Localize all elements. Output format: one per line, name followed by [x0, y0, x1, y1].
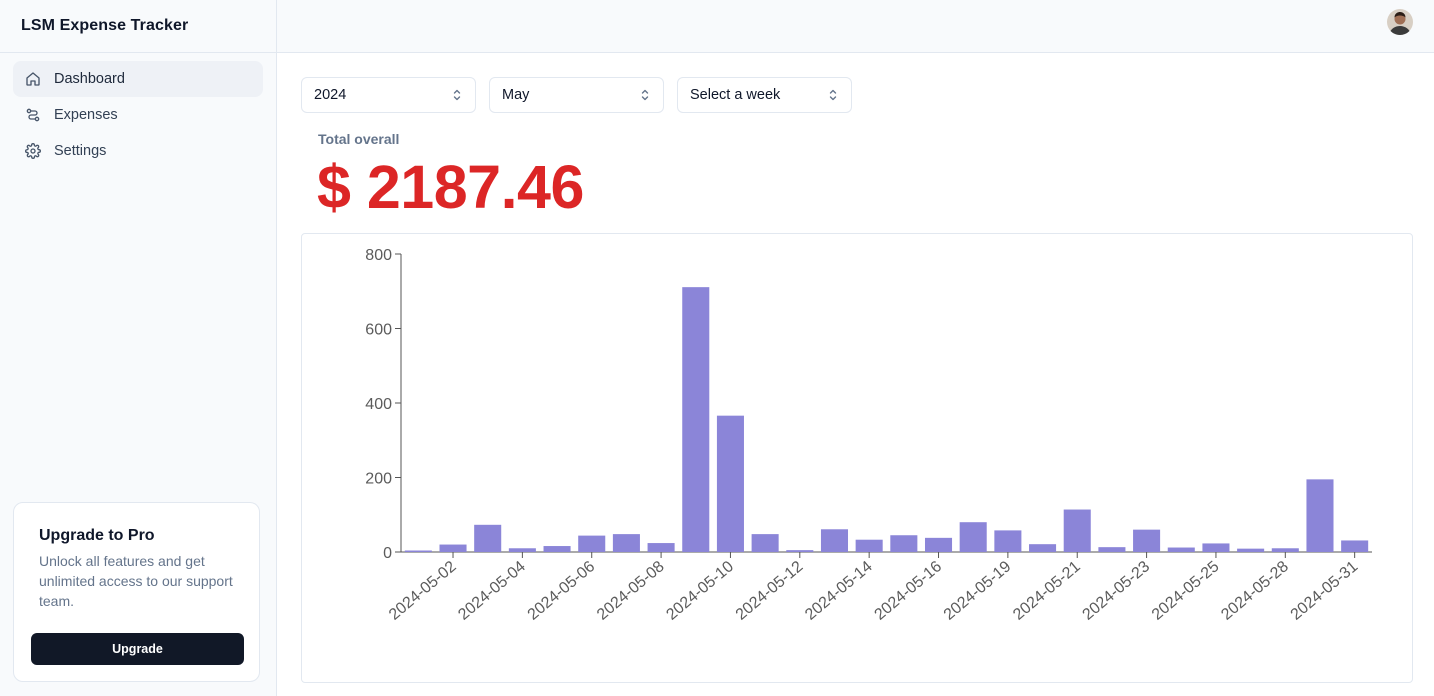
y-tick-label: 800: [365, 247, 392, 264]
sidebar-nav: Dashboard Expenses Settings: [0, 53, 276, 177]
sidebar-item-label: Expenses: [54, 107, 118, 123]
x-tick-label: 2024-05-14: [802, 558, 876, 624]
sidebar-item-expenses[interactable]: Expenses: [13, 97, 263, 133]
x-tick-label: 2024-05-04: [455, 558, 529, 624]
bar-2024-05-10: [716, 415, 744, 552]
bar-2024-05-12: [786, 550, 814, 552]
sidebar-item-label: Dashboard: [54, 71, 125, 87]
bar-2024-05-28: [1271, 548, 1299, 552]
bar-2024-05-13: [820, 529, 849, 552]
bar-2024-05-14: [855, 539, 883, 552]
y-tick-label: 400: [365, 396, 392, 413]
bar-2024-05-16: [924, 537, 953, 552]
bar-2024-05-20: [1029, 544, 1057, 552]
x-tick-label: 2024-05-23: [1080, 558, 1154, 624]
y-tick-label: 200: [365, 471, 392, 488]
bar-2024-05-31: [1341, 540, 1369, 552]
bar-2024-05-24: [1167, 547, 1195, 552]
total-label: Total overall: [318, 131, 400, 147]
sidebar: LSM Expense Tracker Dashboard Expenses S…: [0, 0, 277, 696]
x-tick-label: 2024-05-31: [1288, 558, 1362, 624]
month-select[interactable]: May: [489, 77, 664, 113]
bar-2024-05-21: [1063, 509, 1091, 552]
y-tick-label: 600: [365, 322, 392, 339]
expenses-icon: [25, 107, 41, 123]
expenses-bar-chart: 02004006008002024-05-022024-05-042024-05…: [365, 247, 1372, 624]
x-tick-label: 2024-05-08: [594, 558, 668, 624]
bar-2024-05-01: [404, 550, 432, 552]
upgrade-card: Upgrade to Pro Unlock all features and g…: [13, 502, 260, 682]
bar-2024-05-17: [959, 522, 987, 552]
week-select-value: Select a week: [690, 87, 781, 103]
bar-2024-05-25: [1202, 543, 1230, 552]
upgrade-title: Upgrade to Pro: [39, 527, 155, 544]
gear-icon: [25, 143, 41, 159]
x-tick-label: 2024-05-10: [663, 558, 737, 624]
bar-2024-05-11: [751, 534, 779, 552]
app-root: LSM Expense Tracker Dashboard Expenses S…: [0, 0, 1434, 696]
x-tick-label: 2024-05-02: [386, 558, 460, 624]
app-title: LSM Expense Tracker: [0, 0, 276, 53]
y-tick-label: 0: [383, 545, 392, 562]
upgrade-description: Unlock all features and get unlimited ac…: [39, 553, 233, 609]
x-tick-label: 2024-05-06: [525, 558, 599, 624]
bar-2024-05-04: [508, 548, 536, 552]
total-value: $ 2187.46: [317, 153, 584, 221]
bar-2024-05-15: [890, 535, 918, 552]
sidebar-item-label: Settings: [54, 143, 107, 159]
bar-2024-05-09: [682, 287, 710, 552]
bar-2024-05-05: [543, 546, 571, 552]
chevron-up-down-icon: [827, 88, 839, 102]
chevron-up-down-icon: [451, 88, 463, 102]
year-select[interactable]: 2024: [301, 77, 476, 113]
bar-2024-05-23: [1133, 529, 1161, 552]
top-bar: [277, 0, 1434, 53]
home-icon: [25, 71, 41, 87]
upgrade-button[interactable]: Upgrade: [31, 633, 244, 665]
bar-2024-05-02: [439, 544, 467, 552]
bar-2024-05-06: [578, 535, 606, 552]
bar-2024-05-03: [474, 524, 502, 552]
sidebar-item-dashboard[interactable]: Dashboard: [13, 61, 263, 97]
expenses-chart-card: 0 200 400 600 800 2024-05-02 2024-05-04 2024-05…: [301, 233, 1413, 683]
x-tick-label: 2024-05-28: [1218, 558, 1292, 624]
x-tick-label: 2024-05-12: [733, 558, 807, 624]
sidebar-item-settings[interactable]: Settings: [13, 133, 263, 169]
bar-2024-05-07: [612, 534, 640, 552]
bar-2024-05-27: [1237, 548, 1265, 552]
filter-bar: 2024 May Select a week: [301, 77, 852, 113]
x-tick-label: 2024-05-19: [941, 558, 1015, 624]
bar-2024-05-22: [1098, 547, 1126, 552]
month-select-value: May: [502, 87, 530, 103]
x-tick-label: 2024-05-25: [1149, 558, 1223, 624]
x-tick-label: 2024-05-21: [1010, 558, 1084, 624]
chevron-up-down-icon: [639, 88, 651, 102]
user-avatar[interactable]: [1387, 9, 1413, 35]
week-select[interactable]: Select a week: [677, 77, 852, 113]
bar-2024-05-08: [647, 543, 675, 552]
bar-2024-05-19: [994, 530, 1022, 552]
bar-2024-05-30: [1306, 479, 1334, 552]
x-tick-label: 2024-05-16: [871, 558, 945, 624]
year-select-value: 2024: [314, 87, 347, 103]
